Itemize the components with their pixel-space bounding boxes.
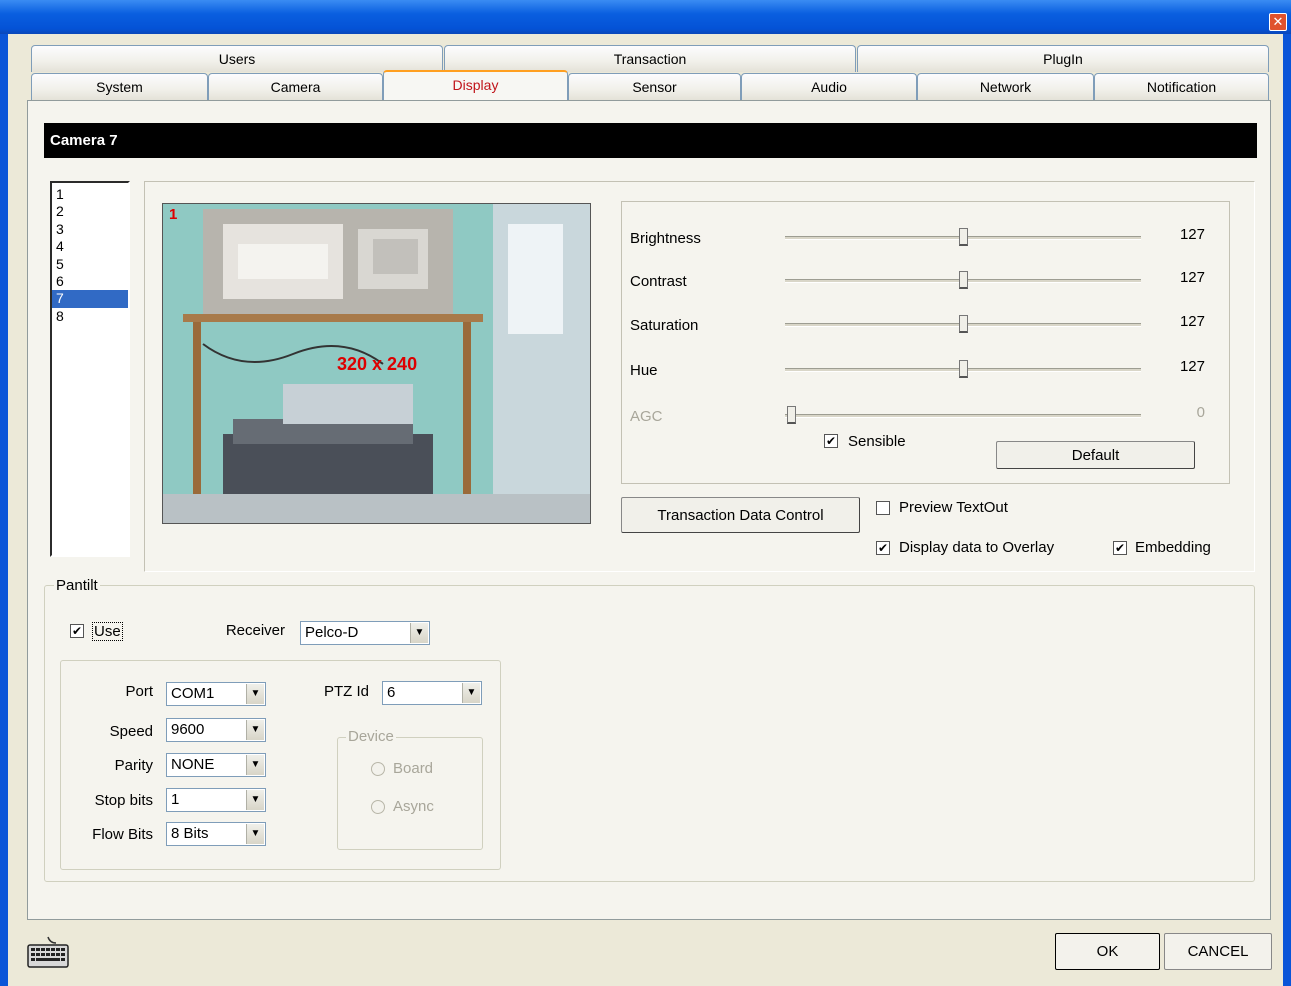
- contrast-slider-thumb[interactable]: [958, 271, 968, 289]
- tab-users[interactable]: Users: [31, 45, 443, 72]
- board-label: Board: [393, 760, 434, 777]
- tab-notification[interactable]: Notification: [1094, 73, 1269, 100]
- display-overlay-label: Display data to Overlay: [899, 539, 1055, 556]
- tab-system[interactable]: System: [31, 73, 208, 100]
- contrast-value: 127: [1179, 269, 1205, 286]
- close-icon[interactable]: ✕: [1269, 13, 1287, 31]
- list-item[interactable]: 4: [52, 238, 128, 255]
- stopbits-label: Stop bits: [94, 792, 153, 809]
- camera-header: Camera 7: [44, 123, 1257, 158]
- receiver-value: Pelco-D: [305, 624, 359, 641]
- display-overlay-checkbox[interactable]: ✔: [876, 541, 890, 555]
- embedding-checkbox[interactable]: ✔: [1113, 541, 1127, 555]
- device-group: [337, 737, 483, 850]
- tab-network[interactable]: Network: [917, 73, 1094, 100]
- use-label: Use: [92, 622, 123, 641]
- ok-button[interactable]: OK: [1055, 933, 1160, 970]
- agc-slider-thumb[interactable]: [787, 406, 796, 424]
- ptzid-select[interactable]: 6 ▼: [382, 681, 482, 705]
- brightness-label: Brightness: [630, 230, 701, 247]
- cancel-button[interactable]: CANCEL: [1164, 933, 1272, 970]
- parity-value: NONE: [171, 756, 215, 773]
- keyboard-icon[interactable]: [26, 935, 70, 969]
- list-item[interactable]: 3: [52, 221, 128, 238]
- camera-listbox[interactable]: 1 2 3 4 5 6 7 8: [50, 181, 130, 557]
- list-item[interactable]: 8: [52, 308, 128, 325]
- speed-label: Speed: [109, 723, 153, 740]
- default-button[interactable]: Default: [996, 441, 1195, 469]
- port-select[interactable]: COM1 ▼: [166, 682, 266, 706]
- agc-value: 0: [1196, 404, 1205, 421]
- ptzid-value: 6: [387, 684, 396, 701]
- list-item[interactable]: 2: [52, 203, 128, 220]
- agc-slider-track[interactable]: [785, 414, 1141, 418]
- sensible-checkbox[interactable]: ✔: [824, 434, 838, 448]
- saturation-label: Saturation: [630, 317, 699, 334]
- chevron-down-icon[interactable]: ▼: [246, 755, 264, 775]
- board-radio[interactable]: [371, 762, 385, 776]
- preview-textout-label: Preview TextOut: [899, 499, 1008, 516]
- tab-sensor[interactable]: Sensor: [568, 73, 741, 100]
- use-checkbox[interactable]: ✔: [70, 624, 84, 638]
- stopbits-value: 1: [171, 791, 180, 808]
- speed-select[interactable]: 9600 ▼: [166, 718, 266, 742]
- tab-audio[interactable]: Audio: [741, 73, 917, 100]
- receiver-select[interactable]: Pelco-D ▼: [300, 621, 430, 645]
- parity-select[interactable]: NONE ▼: [166, 753, 266, 777]
- flowbits-value: 8 Bits: [171, 825, 209, 842]
- contrast-label: Contrast: [630, 273, 687, 290]
- saturation-value: 127: [1179, 313, 1205, 330]
- preview-resolution: 320 x 240: [337, 354, 418, 374]
- speed-value: 9600: [171, 721, 205, 738]
- port-label: Port: [125, 683, 153, 700]
- chevron-down-icon[interactable]: ▼: [462, 683, 480, 703]
- chevron-down-icon[interactable]: ▼: [246, 790, 264, 810]
- receiver-label: Receiver: [225, 622, 285, 639]
- brightness-slider-thumb[interactable]: [958, 228, 968, 246]
- preview-textout-checkbox[interactable]: [876, 501, 890, 515]
- hue-label: Hue: [630, 362, 658, 379]
- chevron-down-icon[interactable]: ▼: [410, 623, 428, 643]
- stopbits-select[interactable]: 1 ▼: [166, 788, 266, 812]
- list-item[interactable]: 1: [52, 186, 128, 203]
- chevron-down-icon[interactable]: ▼: [246, 824, 264, 844]
- ptzid-label: PTZ Id: [323, 683, 369, 700]
- list-item[interactable]: 5: [52, 256, 128, 273]
- sensible-label: Sensible: [848, 433, 906, 450]
- async-radio[interactable]: [371, 800, 385, 814]
- async-label: Async: [393, 798, 434, 815]
- list-item-selected[interactable]: 7: [52, 290, 128, 308]
- chevron-down-icon[interactable]: ▼: [246, 720, 264, 740]
- agc-label: AGC: [630, 408, 663, 425]
- port-value: COM1: [171, 685, 215, 702]
- flowbits-select[interactable]: 8 Bits ▼: [166, 822, 266, 846]
- device-legend: Device: [346, 728, 396, 745]
- hue-slider-thumb[interactable]: [958, 360, 968, 378]
- list-item[interactable]: 6: [52, 273, 128, 290]
- chevron-down-icon[interactable]: ▼: [246, 684, 264, 704]
- tab-plugin[interactable]: PlugIn: [857, 45, 1269, 72]
- parity-label: Parity: [114, 757, 153, 774]
- tab-display[interactable]: Display: [383, 70, 568, 100]
- pantilt-legend: Pantilt: [54, 577, 100, 594]
- hue-value: 127: [1179, 358, 1205, 375]
- camera-preview-image: 1 320 x 240: [162, 203, 591, 524]
- saturation-slider-thumb[interactable]: [958, 315, 968, 333]
- tab-camera[interactable]: Camera: [208, 73, 383, 100]
- embedding-label: Embedding: [1135, 539, 1211, 556]
- brightness-value: 127: [1179, 226, 1205, 243]
- flowbits-label: Flow Bits: [92, 826, 153, 843]
- transaction-data-control-button[interactable]: Transaction Data Control: [621, 497, 860, 533]
- title-bar: [0, 0, 1291, 34]
- tab-transaction[interactable]: Transaction: [444, 45, 856, 72]
- preview-channel-number: 1: [169, 206, 178, 223]
